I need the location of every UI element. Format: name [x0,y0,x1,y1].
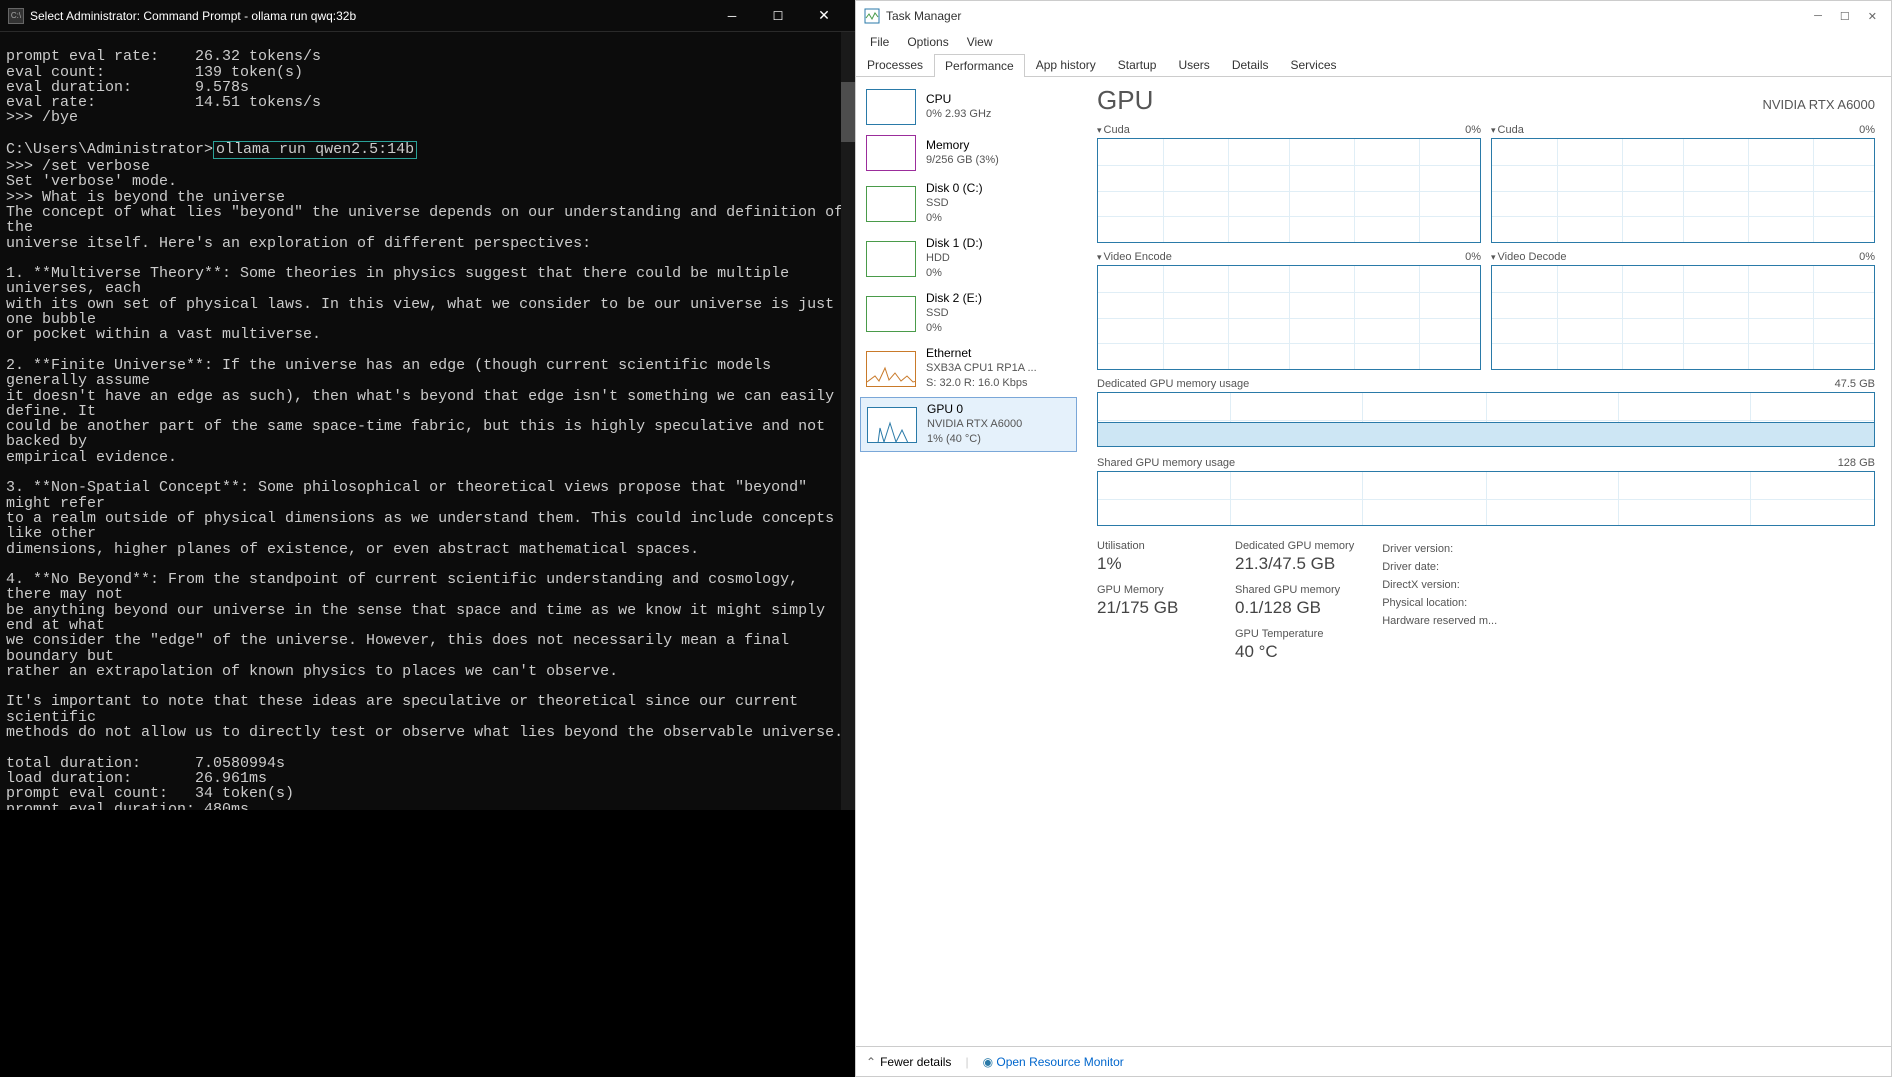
tm-sidebar: CPU0% 2.93 GHzMemory9/256 GB (3%)Disk 0 … [856,77,1081,1046]
chart-label-video-decode[interactable]: Video Decode [1498,251,1567,263]
sidebar-item-cpu[interactable]: CPU0% 2.93 GHz [860,85,1077,129]
fewer-details-link[interactable]: ⌃Fewer details [866,1055,951,1069]
cmd-icon: C:\ [8,8,24,24]
tab-services[interactable]: Services [1280,53,1348,76]
open-resource-monitor-link[interactable]: ◉ Open Resource Monitor [983,1055,1124,1069]
chart-video-decode[interactable] [1491,265,1875,370]
sidebar-item-gpu-0[interactable]: GPU 0NVIDIA RTX A6000 1% (40 °C) [860,397,1077,452]
tm-icon [864,8,880,24]
cmd-title-text: Select Administrator: Command Prompt - o… [30,9,709,23]
tab-startup[interactable]: Startup [1107,53,1168,76]
cmd-titlebar[interactable]: C:\ Select Administrator: Command Prompt… [0,0,855,32]
stat-dedicated-mem: 21.3/47.5 GB [1235,554,1354,574]
chart-label-cuda-2[interactable]: Cuda [1498,124,1524,136]
cmd-scrollbar-thumb[interactable] [841,82,855,142]
tab-performance[interactable]: Performance [934,54,1025,77]
menu-file[interactable]: File [862,33,897,51]
stat-shared-mem: 0.1/128 GB [1235,598,1354,618]
sidebar-item-disk-1-d-[interactable]: Disk 1 (D:)HDD 0% [860,232,1077,285]
cmd-lower-blank [0,810,855,1077]
cmd-scrollbar[interactable] [841,32,855,810]
tab-details[interactable]: Details [1221,53,1280,76]
minimize-button[interactable]: ─ [709,0,755,32]
menu-view[interactable]: View [959,33,1001,51]
chart-video-encode[interactable] [1097,265,1481,370]
sidebar-item-memory[interactable]: Memory9/256 GB (3%) [860,131,1077,175]
cmd-output[interactable]: prompt eval rate: 26.32 tokens/s eval co… [0,32,855,810]
sidebar-item-disk-0-c-[interactable]: Disk 0 (C:)SSD 0% [860,177,1077,230]
tm-title-text: Task Manager [886,9,1814,23]
chart-dedicated-mem[interactable] [1097,392,1875,447]
dedicated-mem-label: Dedicated GPU memory usage [1097,378,1249,390]
chart-cuda-1[interactable] [1097,138,1481,243]
chart-label-video-encode[interactable]: Video Encode [1104,251,1172,263]
gpu-model: NVIDIA RTX A6000 [1763,97,1876,112]
sidebar-item-ethernet[interactable]: EthernetSXB3A CPU1 RP1A ... S: 32.0 R: 1… [860,342,1077,395]
gpu-heading: GPU [1097,85,1153,116]
stat-gpu-temp: 40 °C [1235,642,1354,662]
close-button[interactable]: ✕ [801,0,847,32]
tm-footer: ⌃Fewer details | ◉ Open Resource Monitor [856,1046,1891,1076]
chart-label-cuda-1[interactable]: Cuda [1104,124,1130,136]
tab-users[interactable]: Users [1167,53,1220,76]
tm-titlebar[interactable]: Task Manager ─ ☐ ✕ [856,1,1891,31]
tab-processes[interactable]: Processes [856,53,934,76]
tm-close-button[interactable]: ✕ [1868,10,1877,23]
tab-app-history[interactable]: App history [1025,53,1107,76]
stat-utilisation: 1% [1097,554,1207,574]
tm-minimize-button[interactable]: ─ [1814,10,1822,23]
tm-menubar: File Options View [856,31,1891,53]
tm-main-panel: GPU NVIDIA RTX A6000 ▾Cuda0% ▾Cuda0% ▾Vi… [1081,77,1891,1046]
chart-cuda-2[interactable] [1491,138,1875,243]
task-manager-window: Task Manager ─ ☐ ✕ File Options View Pro… [855,0,1892,1077]
tm-maximize-button[interactable]: ☐ [1840,10,1850,23]
highlighted-command: ollama run qwen2.5:14b [213,141,417,159]
maximize-button[interactable]: ☐ [755,0,801,32]
menu-options[interactable]: Options [899,33,956,51]
shared-mem-label: Shared GPU memory usage [1097,457,1235,469]
chart-shared-mem[interactable] [1097,471,1875,526]
sidebar-item-disk-2-e-[interactable]: Disk 2 (E:)SSD 0% [860,287,1077,340]
stat-gpu-memory: 21/175 GB [1097,598,1207,618]
tm-tabs: Processes Performance App history Startu… [856,53,1891,77]
command-prompt-window: C:\ Select Administrator: Command Prompt… [0,0,855,810]
